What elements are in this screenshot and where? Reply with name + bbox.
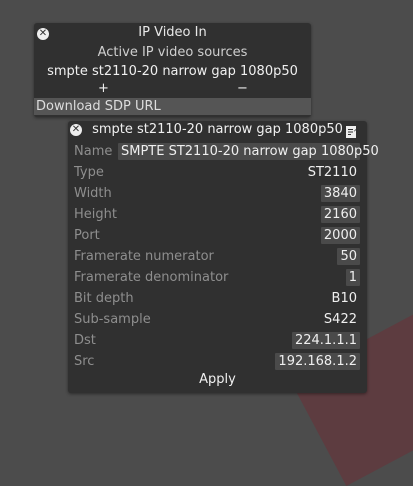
field-label: Sub-sample xyxy=(74,312,151,327)
name-input[interactable]: SMPTE ST2110-20 narrow gap 1080p50 xyxy=(118,143,379,160)
dst-input[interactable]: 224.1.1.1 xyxy=(291,332,360,349)
remove-source-button[interactable]: − xyxy=(237,81,248,96)
type-value: ST2110 xyxy=(307,165,357,180)
field-row-sub-sample: Sub-sample S422 xyxy=(74,311,360,329)
field-row-type: Type ST2110 xyxy=(74,164,360,182)
field-label: Name xyxy=(74,144,113,159)
port-input[interactable]: 2000 xyxy=(320,227,360,244)
field-row-framerate-numerator: Framerate numerator 50 xyxy=(74,248,360,266)
height-input[interactable]: 2160 xyxy=(320,206,360,223)
edit-note-icon[interactable] xyxy=(346,123,358,138)
panel-title: smpte st2110-20 narrow gap 1080p50 xyxy=(92,122,343,137)
field-label: Port xyxy=(74,228,100,243)
sub-sample-value: S422 xyxy=(323,312,357,327)
sdp-details-panel: ✕ smpte st2110-20 narrow gap 1080p50 Nam… xyxy=(68,121,379,393)
framerate-numerator-input[interactable]: 50 xyxy=(337,248,360,265)
field-row-src: Src 192.168.1.2 xyxy=(74,353,360,371)
source-list-item[interactable]: smpte st2110-20 narrow gap 1080p50 xyxy=(34,64,311,79)
field-row-port: Port 2000 xyxy=(74,227,360,245)
framerate-denominator-input[interactable]: 1 xyxy=(345,269,360,286)
field-row-dst: Dst 224.1.1.1 xyxy=(74,332,360,350)
ip-video-in-panel: ✕ IP Video In Active IP video sources sm… xyxy=(34,23,311,117)
field-label: Dst xyxy=(74,333,96,348)
src-input[interactable]: 192.168.1.2 xyxy=(275,353,360,370)
field-row-name: Name SMPTE ST2110-20 narrow gap 1080p50 xyxy=(74,143,379,161)
bit-depth-value: B10 xyxy=(331,291,357,306)
field-label: Bit depth xyxy=(74,291,134,306)
field-label: Type xyxy=(74,165,104,180)
download-sdp-url-button[interactable]: Download SDP URL xyxy=(34,98,311,115)
panel-subtitle: Active IP video sources xyxy=(97,45,248,60)
field-row-height: Height 2160 xyxy=(74,206,360,224)
add-source-button[interactable]: + xyxy=(98,81,109,96)
field-row-bit-depth: Bit depth B10 xyxy=(74,290,360,308)
field-label: Framerate denominator xyxy=(74,270,229,285)
field-row-width: Width 3840 xyxy=(74,185,360,203)
field-label: Framerate numerator xyxy=(74,249,214,264)
panel-title: IP Video In xyxy=(138,25,207,40)
field-row-framerate-denominator: Framerate denominator 1 xyxy=(74,269,360,287)
apply-button[interactable]: Apply xyxy=(68,372,367,387)
field-label: Width xyxy=(74,186,112,201)
field-label: Src xyxy=(74,354,95,369)
width-input[interactable]: 3840 xyxy=(320,185,360,202)
field-label: Height xyxy=(74,207,117,222)
